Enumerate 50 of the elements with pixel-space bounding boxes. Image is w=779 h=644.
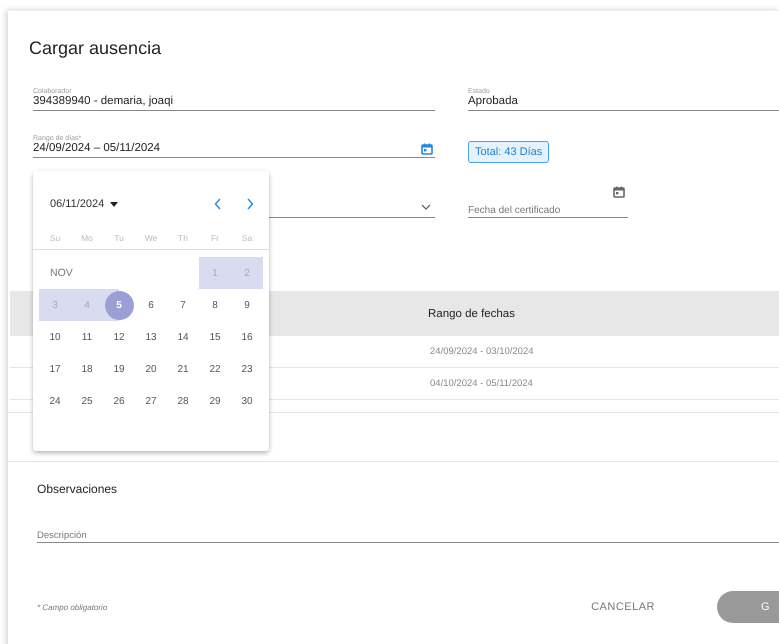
calendar-day[interactable]: 17 — [39, 353, 71, 385]
calendar-day[interactable]: 15 — [199, 321, 231, 353]
calendar-day[interactable]: 22 — [199, 353, 231, 385]
column-header: Rango de fechas — [428, 308, 515, 320]
calendar-day[interactable]: 26 — [103, 385, 135, 417]
calendar-day[interactable]: 30 — [231, 385, 263, 417]
calendar-day[interactable]: 6 — [135, 289, 167, 321]
calendar-day[interactable]: 18 — [71, 353, 103, 385]
calendar-day[interactable]: 9 — [231, 289, 263, 321]
calendar-icon[interactable] — [613, 186, 625, 198]
weekday-label: Mo — [80, 233, 94, 243]
month-label: NOV — [49, 266, 74, 281]
calendar-day[interactable]: 23 — [231, 353, 263, 385]
next-icon[interactable] — [246, 198, 254, 210]
calendar-day[interactable]: 28 — [167, 385, 199, 417]
description-field[interactable]: Descripción — [37, 530, 779, 543]
weekday-label: Fr — [210, 233, 220, 243]
cancel-button[interactable]: CANCELAR — [585, 600, 661, 614]
calendar-day[interactable]: 10 — [39, 321, 71, 353]
calendar-day[interactable]: 25 — [71, 385, 103, 417]
weekday-label: Sa — [240, 233, 254, 243]
calendar-day[interactable]: 11 — [71, 321, 103, 353]
calendar-day[interactable]: 27 — [135, 385, 167, 417]
calendar-day[interactable]: 20 — [135, 353, 167, 385]
calendar-day[interactable]: 21 — [167, 353, 199, 385]
calendar-day[interactable]: 16 — [231, 321, 263, 353]
calendar-day[interactable]: 7 — [167, 289, 199, 321]
calendar-day[interactable]: 13 — [135, 321, 167, 353]
calendar-icon[interactable] — [421, 143, 433, 155]
chevron-down-icon — [421, 204, 431, 210]
period-button[interactable]: 06/11/2024 — [50, 198, 118, 210]
calendar-day[interactable]: 12 — [103, 321, 135, 353]
dialog-title: Cargar ausencia — [28, 37, 162, 60]
weekday-label: Tu — [113, 233, 125, 243]
weekday-label: Su — [48, 233, 62, 243]
weekday-label: Th — [177, 233, 189, 243]
weekday-label: We — [144, 233, 158, 243]
calendar-day[interactable]: 24 — [39, 385, 71, 417]
calendar-day[interactable]: 29 — [199, 385, 231, 417]
calendar-day[interactable]: 14 — [167, 321, 199, 353]
table-cell: 04/10/2024 - 05/11/2024 — [430, 378, 533, 389]
table-cell: 24/09/2024 - 03/10/2024 — [430, 346, 534, 357]
section-title: Observaciones — [37, 482, 118, 496]
total-days-chip: Total: 43 Días — [468, 141, 550, 163]
caret-icon — [110, 202, 118, 206]
calendar-day[interactable]: 8 — [199, 289, 231, 321]
calendar-day[interactable]: 19 — [103, 353, 135, 385]
required-note: * Campo obligatorio — [37, 602, 108, 612]
certificate-date-field[interactable]: Fecha del certificado — [468, 186, 628, 218]
previous-icon[interactable] — [214, 198, 222, 210]
